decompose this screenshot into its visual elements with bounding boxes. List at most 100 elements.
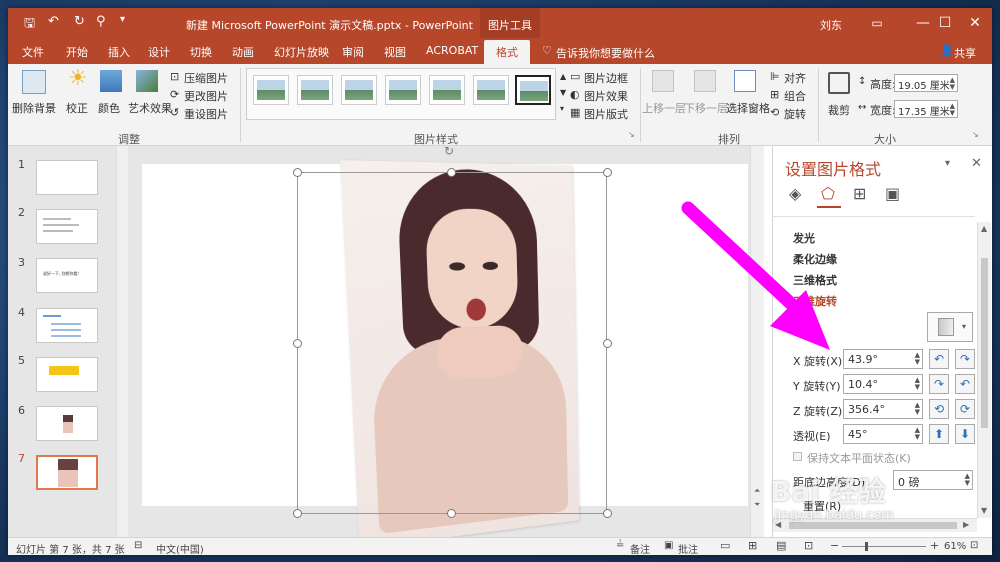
notes-icon[interactable]: ≟ [616,540,624,551]
thumbnail-scrollbar[interactable] [116,146,128,537]
tab-insert[interactable]: 插入 [108,44,130,60]
reset-picture-button[interactable]: 重设图片 [184,106,228,122]
presentation-icon[interactable]: ⚲ [96,14,106,29]
zoom-out-icon[interactable]: − [830,539,839,552]
crop-button[interactable]: 裁剪 [828,102,850,118]
sun-icon[interactable]: ☀ [68,66,88,91]
group-icon[interactable]: ⊞ [770,88,779,101]
picture-icon[interactable]: ▣ [885,184,900,203]
send-backward-icon[interactable] [694,70,716,92]
style-thumbnail[interactable] [297,75,333,105]
save-icon[interactable]: 🖫 [24,14,35,36]
slide-thumbnail[interactable] [36,308,98,343]
pane-close-icon[interactable]: ✕ [971,156,982,171]
align-button[interactable]: 对齐 [784,70,806,86]
style-thumbnail[interactable] [429,75,465,105]
corrections-button[interactable]: 校正 [66,100,88,116]
slide-thumbnail-selected[interactable] [36,455,98,490]
pane-options-icon[interactable]: ▾ [945,158,950,169]
notes-button[interactable]: 备注 [630,541,650,555]
pane-scrollbar[interactable]: ▲ ▼ [977,222,991,518]
picture-layout-icon[interactable]: ▦ [570,106,580,119]
zoom-slider-track[interactable] [842,546,926,547]
rotation-handle-icon[interactable]: ↻ [444,144,454,158]
scroll-right-icon[interactable]: ▶ [963,520,969,529]
send-backward-button[interactable]: 下移一层 [684,100,728,116]
slide-thumbnail[interactable] [36,406,98,441]
picture-border-icon[interactable]: ▭ [570,70,580,83]
spinner-icon[interactable]: ▲ ▼ [915,402,920,416]
language-indicator[interactable]: 中文(中国) [156,541,204,555]
rotate-counterclockwise-icon[interactable]: ⟲ [929,399,949,419]
prev-slide-icon[interactable]: ⏶ [754,486,760,496]
slideshow-icon[interactable]: ⊡ [804,539,813,552]
comments-icon[interactable]: ▣ [664,540,673,551]
tab-design[interactable]: 设计 [148,44,170,60]
presets-dropdown[interactable]: ▾ [927,312,973,342]
selection-pane-icon[interactable] [734,70,756,92]
rotate-button[interactable]: 旋转 [784,106,806,122]
style-thumbnail[interactable] [385,75,421,105]
slide-sorter-icon[interactable]: ⊞ [748,539,757,552]
normal-view-icon[interactable]: ▭ [720,539,730,552]
rotate-clockwise-icon[interactable]: ⟳ [955,399,975,419]
align-icon[interactable]: ⊫ [770,70,780,83]
close-icon[interactable]: ✕ [952,8,992,38]
style-thumbnail[interactable] [341,75,377,105]
gallery-more-icon[interactable]: ▾ [560,104,564,113]
x-rotation-input[interactable]: 43.9° ▲ ▼ [843,349,923,369]
redo-icon[interactable]: ↻ [74,14,85,29]
resize-handle[interactable] [603,168,612,177]
reading-view-icon[interactable]: ▤ [776,539,786,552]
perspective-input[interactable]: 45° ▲ ▼ [843,424,923,444]
spinner-icon[interactable]: ▲ ▼ [950,103,955,117]
zoom-in-icon[interactable]: + [930,539,939,552]
tab-view[interactable]: 视图 [384,44,406,60]
change-picture-button[interactable]: 更改图片 [184,88,228,104]
spinner-icon[interactable]: ▲ ▼ [915,352,920,366]
user-name[interactable]: 刘东 [820,17,842,33]
remove-background-icon[interactable] [22,70,46,94]
rotate-up-icon[interactable]: ↷ [929,374,949,394]
zoom-level[interactable]: 61% [944,541,966,552]
slide-thumbnail[interactable] [36,160,98,195]
resize-handle[interactable] [447,168,456,177]
tell-me-box[interactable]: 告诉我你想要做什么 [556,45,655,61]
spelling-icon[interactable]: ⊟ [134,540,142,551]
scroll-down-icon[interactable]: ▼ [981,506,987,515]
rotate-left-icon[interactable]: ↶ [929,349,949,369]
resize-handle[interactable] [603,339,612,348]
z-rotation-input[interactable]: 356.4° ▲ ▼ [843,399,923,419]
tab-format[interactable]: 格式 [484,40,530,64]
resize-handle[interactable] [603,509,612,518]
group-button[interactable]: 组合 [784,88,806,104]
tab-acrobat[interactable]: ACROBAT [426,44,478,57]
resize-handle[interactable] [293,339,302,348]
decrease-perspective-icon[interactable]: ⬇ [955,424,975,444]
picture-border-button[interactable]: 图片边框 [584,70,628,86]
resize-handle[interactable] [447,509,456,518]
spinner-icon[interactable]: ▲ ▼ [965,473,970,487]
customize-quick-access-icon[interactable]: ▾ [120,14,125,25]
reset-picture-icon[interactable]: ↺ [170,106,179,119]
slide-thumbnail[interactable] [36,209,98,244]
spinner-icon[interactable]: ▲ ▼ [915,427,920,441]
height-input[interactable]: 19.05 厘米 ▲ ▼ [894,74,958,92]
tab-slideshow[interactable]: 幻灯片放映 [274,44,329,60]
picture-effects-button[interactable]: 图片效果 [584,88,628,104]
style-thumbnail-selected[interactable] [515,75,551,105]
fit-to-window-icon[interactable]: ⊡ [970,540,978,551]
tab-transitions[interactable]: 切换 [190,44,212,60]
bring-forward-icon[interactable] [652,70,674,92]
gallery-scroll-up-icon[interactable]: ▲ [560,72,566,81]
slide-thumbnail[interactable] [36,357,98,392]
ribbon-display-options-icon[interactable]: ▭ [854,8,900,38]
change-picture-icon[interactable]: ⟳ [170,88,179,101]
selection-pane-button[interactable]: 选择窗格 [726,100,770,116]
undo-icon[interactable]: ↶ [48,14,59,29]
next-slide-icon[interactable]: ⏷ [754,500,760,510]
share-button[interactable]: 共享 [954,45,976,61]
tab-animations[interactable]: 动画 [232,44,254,60]
bring-forward-button[interactable]: 上移一层 [642,100,686,116]
size-dialog-launcher-icon[interactable]: ↘ [972,130,979,139]
